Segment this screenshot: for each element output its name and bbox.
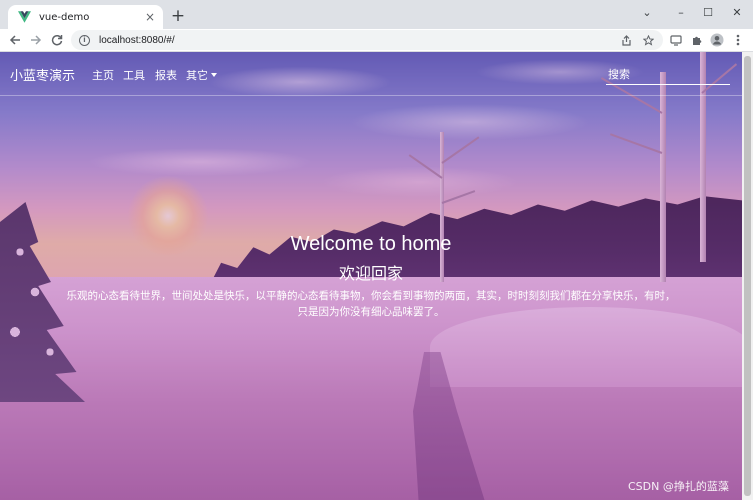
share-icon[interactable] xyxy=(619,33,633,47)
back-icon xyxy=(9,35,20,45)
nav-link-home[interactable]: 主页 xyxy=(92,67,114,83)
back-button[interactable] xyxy=(6,31,24,49)
minimize-button[interactable]: – xyxy=(670,4,692,20)
page-viewport: 小蓝枣演示 主页 工具 报表 其它 Welcome to home 欢迎回家 乐… xyxy=(0,52,742,500)
address-bar[interactable]: i localhost:8080/#/ xyxy=(71,30,663,50)
tab-close-icon[interactable]: × xyxy=(143,10,157,24)
nav-link-reports[interactable]: 报表 xyxy=(155,67,177,83)
extension-icon[interactable] xyxy=(668,32,684,48)
vertical-scrollbar[interactable] xyxy=(742,52,753,500)
nav-dropdown-other[interactable]: 其它 xyxy=(186,67,217,83)
reload-button[interactable] xyxy=(48,31,66,49)
new-tab-button[interactable]: + xyxy=(169,8,187,26)
bookmark-star-icon[interactable] xyxy=(641,33,655,47)
brand-logo[interactable]: 小蓝枣演示 xyxy=(10,65,75,84)
hero-description: 乐观的心态看待世界，世间处处是快乐，以平静的心态看待事物，你会看到事物的两面，其… xyxy=(60,288,682,320)
scrollbar-thumb[interactable] xyxy=(744,56,751,496)
nav-link-tools[interactable]: 工具 xyxy=(123,67,145,83)
search-input[interactable] xyxy=(606,65,730,85)
browser-tab[interactable]: vue-demo × xyxy=(8,5,163,29)
reload-icon xyxy=(51,34,63,46)
vue-logo-icon xyxy=(17,10,31,24)
tab-strip: vue-demo × + ⌄ – ☐ ✕ xyxy=(0,0,753,29)
forward-icon xyxy=(31,35,42,45)
tab-search-icon[interactable]: ⌄ xyxy=(636,4,658,20)
puzzle-icon[interactable] xyxy=(689,32,705,48)
nav-dropdown-label: 其它 xyxy=(186,69,208,82)
hero-subtitle: 欢迎回家 xyxy=(338,264,403,283)
maximize-button[interactable]: ☐ xyxy=(697,4,719,20)
hero-title: Welcome to home xyxy=(290,233,452,255)
csdn-watermark: CSDN @挣扎的蓝藻 xyxy=(628,480,729,493)
close-window-button[interactable]: ✕ xyxy=(726,4,748,20)
tab-title: vue-demo xyxy=(39,11,90,23)
profile-icon[interactable] xyxy=(709,32,725,48)
hero-description-line-2: 只是因为你没有细心品味罢了。 xyxy=(297,306,445,318)
caret-down-icon xyxy=(211,73,217,77)
hero-description-line-1: 乐观的心态看待世界，世间处处是快乐，以平静的心态看待事物，你会看到事物的两面，其… xyxy=(66,290,676,302)
info-icon[interactable]: i xyxy=(79,34,90,46)
menu-icon[interactable] xyxy=(730,32,746,48)
site-navbar: 小蓝枣演示 主页 工具 报表 其它 xyxy=(0,52,742,96)
forward-button[interactable] xyxy=(27,31,45,49)
browser-toolbar: i localhost:8080/#/ xyxy=(0,29,753,52)
url-text[interactable]: localhost:8080/#/ xyxy=(99,35,175,46)
